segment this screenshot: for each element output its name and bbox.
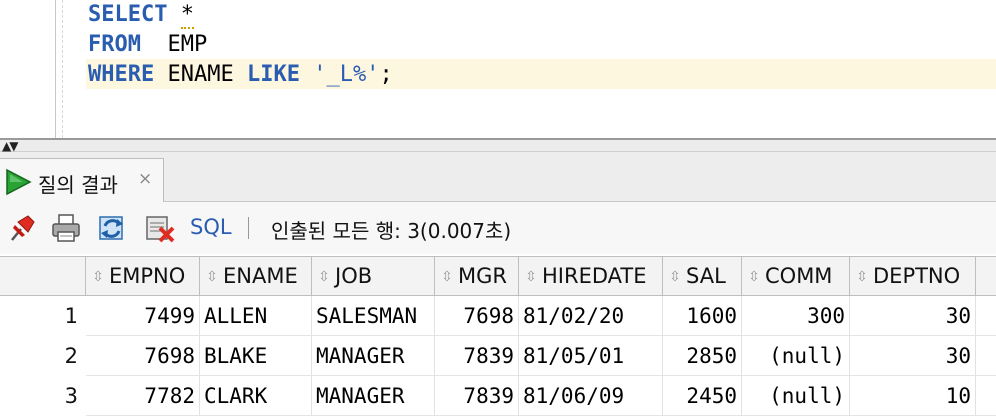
editor-fold-margin [62, 0, 63, 138]
column-header-comm[interactable]: ⇳ COMM [742, 257, 850, 295]
result-grid[interactable]: ⇳ EMPNO ⇳ ENAME ⇳ JOB ⇳ MGR ⇳ HIREDATE ⇳ SAL ⇳… [0, 256, 996, 420]
sort-icon: ⇳ [206, 269, 218, 285]
cell-empno[interactable]: 7698 [86, 336, 200, 376]
tab-label: 질의 결과 [38, 173, 118, 197]
print-icon[interactable] [50, 212, 82, 244]
fetch-status: 인출된 모든 행: 3(0.007초) [271, 219, 512, 243]
cell-sal[interactable]: 2850 [663, 336, 742, 376]
editor-gutter [55, 0, 56, 138]
cell-hiredate[interactable]: 81/02/20 [519, 296, 663, 336]
cell-deptno[interactable]: 30 [850, 336, 976, 376]
sql-link[interactable]: SQL [190, 215, 232, 239]
sql-keyword: WHERE [88, 62, 155, 87]
sort-icon: ⇳ [856, 269, 868, 285]
cell-job[interactable]: MANAGER [312, 376, 435, 416]
cell-comm[interactable]: (null) [742, 376, 850, 416]
column-header-job[interactable]: ⇳ JOB [312, 257, 435, 295]
sql-code[interactable]: SELECT * FROM EMP WHERE ENAME LIKE '_L%'… [88, 0, 393, 90]
sort-icon: ⇳ [318, 269, 330, 285]
cell-empno[interactable]: 7499 [86, 296, 200, 336]
table-row[interactable]: 3 7782 CLARK MANAGER 7839 81/06/09 2450 … [0, 376, 996, 416]
cell-hiredate[interactable]: 81/06/09 [519, 376, 663, 416]
column-header-hiredate[interactable]: ⇳ HIREDATE [519, 257, 663, 295]
cell-ename[interactable]: ALLEN [200, 296, 312, 336]
tab-query-result[interactable]: 질의 결과 × [0, 158, 164, 202]
column-header-mgr[interactable]: ⇳ MGR [435, 257, 519, 295]
grid-header: ⇳ EMPNO ⇳ ENAME ⇳ JOB ⇳ MGR ⇳ HIREDATE ⇳ SAL ⇳… [0, 256, 996, 296]
cell-mgr[interactable]: 7839 [435, 336, 519, 376]
cancel-query-icon[interactable] [144, 212, 176, 244]
cell-hiredate[interactable]: 81/05/01 [519, 336, 663, 376]
sort-icon: ⇳ [525, 269, 537, 285]
cell-mgr[interactable]: 7698 [435, 296, 519, 336]
column-header-empno[interactable]: ⇳ EMPNO [86, 257, 200, 295]
cell-ename[interactable]: BLAKE [200, 336, 312, 376]
result-tab-strip: 질의 결과 × [0, 152, 996, 202]
sql-keyword: FROM [88, 32, 141, 57]
cell-job[interactable]: MANAGER [312, 336, 435, 376]
sort-icon: ⇳ [92, 269, 104, 285]
result-toolbar: SQL 인출된 모든 행: 3(0.007초) [0, 202, 996, 254]
sort-icon: ⇳ [669, 269, 681, 285]
row-header-corner [0, 257, 86, 295]
pin-icon[interactable] [6, 212, 38, 244]
panel-splitter[interactable]: ▲▼ [0, 138, 996, 152]
close-icon[interactable]: × [138, 169, 152, 189]
column-name: ENAME [167, 62, 234, 87]
sql-editor[interactable]: SELECT * FROM EMP WHERE ENAME LIKE '_L%'… [0, 0, 996, 138]
splitter-arrows-icon[interactable]: ▲▼ [2, 140, 19, 152]
sql-keyword: LIKE [246, 62, 300, 87]
cell-comm[interactable]: 300 [742, 296, 850, 336]
cell-deptno[interactable]: 10 [850, 376, 976, 416]
table-row[interactable]: 2 7698 BLAKE MANAGER 7839 81/05/01 2850 … [0, 336, 996, 376]
cell-job[interactable]: SALESMAN [312, 296, 435, 336]
column-header-deptno[interactable]: ⇳ DEPTNO [850, 257, 976, 295]
cell-sal[interactable]: 2450 [663, 376, 742, 416]
refresh-icon[interactable] [96, 212, 128, 244]
cell-sal[interactable]: 1600 [663, 296, 742, 336]
row-number: 1 [64, 304, 78, 328]
toolbar-separator [248, 217, 249, 239]
cell-mgr[interactable]: 7839 [435, 376, 519, 416]
cell-ename[interactable]: CLARK [200, 376, 312, 416]
string-literal: '_L%' [313, 62, 380, 87]
row-divider [86, 415, 996, 416]
cell-empno[interactable]: 7782 [86, 376, 200, 416]
column-header-ename[interactable]: ⇳ ENAME [200, 257, 312, 295]
run-play-icon [6, 168, 32, 196]
table-name: EMP [167, 32, 208, 57]
sort-icon: ⇳ [748, 269, 760, 285]
sort-icon: ⇳ [441, 269, 453, 285]
row-number: 3 [64, 384, 78, 408]
table-row[interactable]: 1 7499 ALLEN SALESMAN 7698 81/02/20 1600… [0, 296, 996, 336]
sql-keyword: SELECT [88, 2, 168, 27]
cell-comm[interactable]: (null) [742, 336, 850, 376]
statement-terminator: ; [379, 62, 393, 87]
select-star: * [180, 2, 194, 29]
column-header-sal[interactable]: ⇳ SAL [663, 257, 742, 295]
cell-deptno[interactable]: 30 [850, 296, 976, 336]
row-number: 2 [64, 344, 78, 368]
